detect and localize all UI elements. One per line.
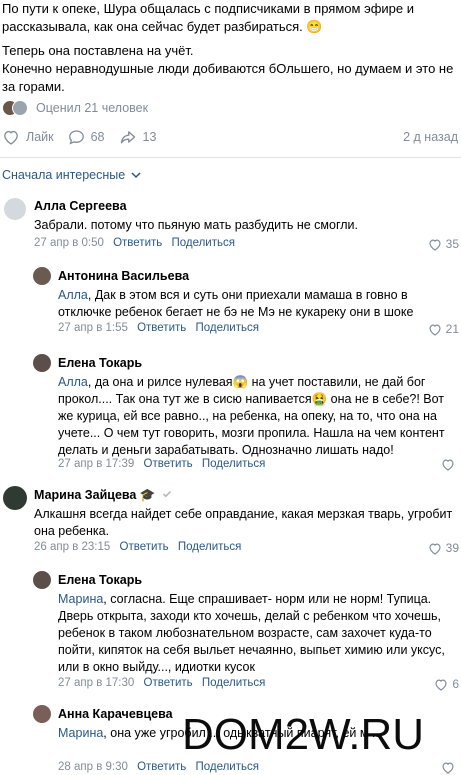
heart-icon [442, 459, 454, 471]
comment-meta: 26 апр в 23:15 Ответить Поделиться [34, 541, 247, 553]
comment-author[interactable]: Марина Зайцева 🎓 [34, 488, 172, 503]
avatar[interactable] [33, 705, 51, 723]
comment-text: Забрали. потому что пьяную мать разбудит… [34, 217, 454, 234]
comment-author-name: Марина Зайцева [34, 488, 137, 502]
comment-icon [68, 130, 84, 145]
heart-icon [429, 239, 441, 251]
share-comment-button[interactable]: Поделиться [195, 761, 259, 773]
post-time[interactable]: 2 д назад [403, 130, 458, 144]
liker-avatar [12, 100, 28, 116]
comment-like-button[interactable]: 6 [434, 677, 459, 691]
reply-to-link[interactable]: Марина [58, 726, 103, 740]
comment-author[interactable]: Елена Токарь [58, 573, 142, 587]
reposts-count: 13 [142, 130, 157, 144]
comment-date[interactable]: 26 апр в 23:15 [34, 541, 110, 553]
comments-count: 68 [90, 130, 105, 144]
comment-text: Марина, согласна. Еще спрашивает- норм и… [58, 591, 456, 676]
reply-to-link[interactable]: Алла [58, 288, 88, 302]
comment-date[interactable]: 28 апр в 9:30 [58, 761, 128, 773]
reply-to-link[interactable]: Марина [58, 592, 103, 606]
comment-text-content: , Дак в этом вся и суть они приехали мам… [58, 288, 414, 319]
comment-text: Алла, да она и рилсе нулевая😱 на учет по… [58, 374, 456, 459]
comments-button[interactable]: 68 [68, 129, 105, 145]
post-line-2: Теперь она поставлена на учёт. [2, 43, 194, 58]
heart-icon [435, 679, 447, 691]
post-line-1: По пути к опеке, Шура общалась с подписч… [2, 1, 414, 34]
heart-icon [429, 543, 441, 555]
likes-count: 21 [445, 322, 459, 336]
comment-text: Алкашня всегда найдет себе оправдание, к… [34, 506, 456, 540]
share-button[interactable]: 13 [119, 129, 157, 145]
like-button[interactable]: Лайк [2, 129, 54, 145]
avatar[interactable] [33, 571, 51, 589]
comment-reply: Елена Токарь Марина, согласна. Еще спраш… [0, 569, 461, 694]
reply-button[interactable]: Ответить [113, 237, 162, 249]
comment-text-content: Забрали. потому что пьяную мать разбудит… [34, 218, 358, 232]
comment-reply: Антонина Васильева Алла, Дак в этом вся … [0, 265, 461, 340]
sort-dropdown[interactable]: Сначала интересные [2, 168, 141, 182]
likes-count: 39 [445, 541, 459, 555]
avatar[interactable] [33, 267, 51, 285]
comment-text-content: , да она и рилсе нулевая😱 на учет постав… [58, 375, 445, 457]
heart-icon [429, 324, 441, 336]
post-views[interactable]: Оценил 21 человек [2, 98, 148, 118]
avatar[interactable] [33, 354, 51, 372]
avatar[interactable] [3, 486, 27, 510]
comment-like-button[interactable] [441, 458, 459, 471]
comment-text-content: , согласна. Еще спрашивает- норм или не … [58, 592, 445, 674]
reply-button[interactable]: Ответить [137, 322, 186, 334]
sort-label: Сначала интересные [2, 168, 126, 182]
comment-like-button[interactable]: 39 [428, 541, 459, 555]
post-actions: Лайк 68 13 2 д назад [2, 126, 458, 148]
hat-emoji-icon: 🎓 [139, 488, 156, 502]
comment-reply: Елена Токарь Алла, да она и рилсе нулева… [0, 352, 461, 474]
watermark: DOM2W.RU [182, 710, 424, 759]
comment-meta: 27 апр в 0:50 Ответить Поделиться [34, 237, 241, 249]
chevron-down-icon [131, 171, 141, 178]
comment: Марина Зайцева 🎓 Алкашня всегда найдет с… [0, 484, 461, 559]
comment-author[interactable]: Алла Сергеева [34, 199, 127, 213]
post-text: По пути к опеке, Шура общалась с подписч… [2, 0, 458, 96]
comment: Алла Сергеева Забрали. потому что пьяную… [0, 195, 461, 255]
divider [0, 157, 461, 158]
comment-like-button[interactable]: 21 [428, 322, 459, 336]
comment-date[interactable]: 27 апр в 17:30 [58, 677, 134, 689]
likes-count: 35 [445, 237, 459, 251]
heart-icon [4, 130, 18, 145]
share-comment-button[interactable]: Поделиться [195, 322, 259, 334]
reply-button[interactable]: Ответить [144, 458, 193, 470]
share-comment-button[interactable]: Поделиться [202, 458, 266, 470]
avatar[interactable] [4, 198, 26, 220]
comment-date[interactable]: 27 апр в 17:39 [58, 458, 134, 470]
reply-button[interactable]: Ответить [137, 761, 186, 773]
comment-meta: 27 апр в 17:39 Ответить Поделиться [58, 458, 271, 470]
reply-button[interactable]: Ответить [120, 541, 169, 553]
share-comment-button[interactable]: Поделиться [178, 541, 242, 553]
comment-author[interactable]: Антонина Васильева [58, 269, 189, 283]
comment-meta: 28 апр в 9:30 Ответить Поделиться [58, 761, 265, 773]
share-icon [120, 131, 135, 144]
heart-icon [442, 762, 454, 774]
post-line-3: Конечно неравнодушные люди добиваются бО… [2, 61, 454, 94]
comment-author[interactable]: Анна Карачевцева [58, 707, 173, 721]
like-label: Лайк [26, 130, 54, 144]
reply-to-link[interactable]: Алла [58, 375, 88, 389]
likes-count: 6 [452, 677, 459, 691]
comment-text-content: Алкашня всегда найдет себе оправдание, к… [34, 507, 453, 538]
comment-text: Алла, Дак в этом вся и суть они приехали… [58, 287, 456, 321]
comment-meta: 27 апр в 1:55 Ответить Поделиться [58, 322, 265, 334]
comment-like-button[interactable] [441, 761, 459, 774]
reply-button[interactable]: Ответить [144, 677, 193, 689]
comment-date[interactable]: 27 апр в 0:50 [34, 237, 104, 249]
comment-date[interactable]: 27 апр в 1:55 [58, 322, 128, 334]
share-comment-button[interactable]: Поделиться [202, 677, 266, 689]
share-comment-button[interactable]: Поделиться [171, 237, 235, 249]
comment-like-button[interactable]: 35 [428, 237, 459, 251]
verified-icon [162, 490, 171, 498]
comment-author[interactable]: Елена Токарь [58, 356, 142, 370]
views-text: Оценил 21 человек [36, 101, 149, 115]
comment-meta: 27 апр в 17:30 Ответить Поделиться [58, 677, 271, 689]
